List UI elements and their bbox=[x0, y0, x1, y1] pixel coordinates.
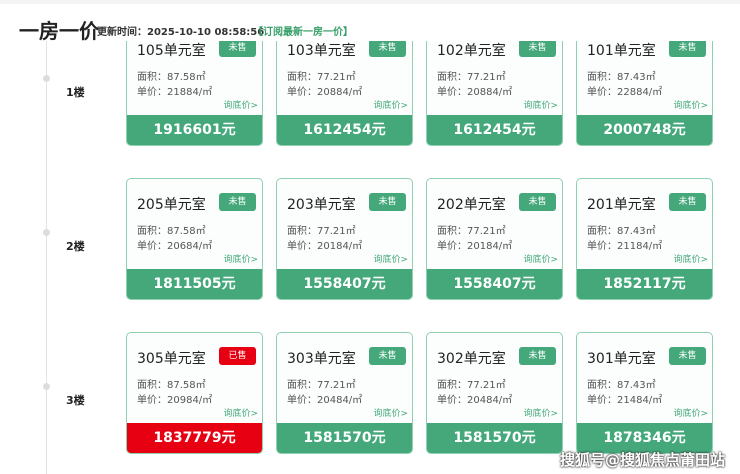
ask-price-link[interactable]: 询底价> bbox=[523, 252, 558, 265]
unit-card[interactable]: 202单元室 未售 面积：77.21㎡ 单价：20184/㎡ 询底价> 1558… bbox=[426, 178, 563, 300]
room-number: 202单元室 bbox=[437, 197, 506, 213]
ask-price-link[interactable]: 询底价> bbox=[223, 252, 258, 265]
unit-card[interactable]: 105单元室 未售 面积：87.58㎡ 单价：21884/㎡ 询底价> 1916… bbox=[126, 24, 263, 146]
timeline-dot bbox=[43, 383, 50, 390]
unit-card[interactable]: 103单元室 未售 面积：77.21㎡ 单价：20884/㎡ 询底价> 1612… bbox=[276, 24, 413, 146]
total-price: 1612454元 bbox=[277, 115, 412, 145]
room-number: 105单元室 bbox=[137, 43, 206, 59]
area-text: 面积：87.43㎡ bbox=[587, 226, 656, 237]
total-price: 1558407元 bbox=[277, 269, 412, 299]
ask-price-link[interactable]: 询底价> bbox=[373, 98, 408, 111]
status-badge: 未售 bbox=[519, 39, 556, 57]
timeline-dot bbox=[43, 75, 50, 82]
area-text: 面积：77.21㎡ bbox=[287, 72, 356, 83]
unit-price-text: 单价：21884/㎡ bbox=[137, 87, 213, 98]
area-text: 面积：77.21㎡ bbox=[437, 72, 506, 83]
room-number: 301单元室 bbox=[587, 351, 656, 367]
status-badge: 未售 bbox=[519, 347, 556, 365]
ask-price-link[interactable]: 询底价> bbox=[223, 406, 258, 419]
total-price: 1581570元 bbox=[427, 423, 562, 453]
unit-card[interactable]: 303单元室 未售 面积：77.21㎡ 单价：20484/㎡ 询底价> 1581… bbox=[276, 332, 413, 454]
area-text: 面积：87.58㎡ bbox=[137, 226, 206, 237]
unit-price-text: 单价：21484/㎡ bbox=[587, 395, 663, 406]
total-price: 1581570元 bbox=[277, 423, 412, 453]
total-price: 1811505元 bbox=[127, 269, 262, 299]
unit-card[interactable]: 201单元室 未售 面积：87.43㎡ 单价：21184/㎡ 询底价> 1852… bbox=[576, 178, 713, 300]
floor-label: 1楼 bbox=[66, 86, 85, 99]
unit-price-text: 单价：20184/㎡ bbox=[287, 241, 363, 252]
total-price: 1558407元 bbox=[427, 269, 562, 299]
status-badge: 未售 bbox=[519, 193, 556, 211]
timeline-line bbox=[46, 41, 47, 474]
area-text: 面积：77.21㎡ bbox=[287, 380, 356, 391]
page-header: 一房一价 更新时间：2025-10-10 08:58:56 【订阅最新一房一价】 bbox=[0, 0, 740, 43]
unit-price-text: 单价：20684/㎡ bbox=[137, 241, 213, 252]
subscribe-link[interactable]: 【订阅最新一房一价】 bbox=[253, 23, 353, 38]
unit-price-text: 单价：20184/㎡ bbox=[437, 241, 513, 252]
page-title: 一房一价 bbox=[19, 19, 99, 43]
status-badge: 未售 bbox=[369, 347, 406, 365]
total-price: 2000748元 bbox=[577, 115, 712, 145]
ask-price-link[interactable]: 询底价> bbox=[373, 252, 408, 265]
watermark: 搜狐号@搜狐焦点莆田站 bbox=[560, 451, 726, 469]
area-text: 面积：77.21㎡ bbox=[287, 226, 356, 237]
unit-price-text: 单价：20884/㎡ bbox=[287, 87, 363, 98]
unit-card[interactable]: 102单元室 未售 面积：77.21㎡ 单价：20884/㎡ 询底价> 1612… bbox=[426, 24, 563, 146]
unit-price-text: 单价：21184/㎡ bbox=[587, 241, 663, 252]
area-text: 面积：77.21㎡ bbox=[437, 226, 506, 237]
ask-price-link[interactable]: 询底价> bbox=[673, 406, 708, 419]
area-text: 面积：77.21㎡ bbox=[437, 380, 506, 391]
area-text: 面积：87.43㎡ bbox=[587, 72, 656, 83]
unit-card[interactable]: 203单元室 未售 面积：77.21㎡ 单价：20184/㎡ 询底价> 1558… bbox=[276, 178, 413, 300]
status-badge: 未售 bbox=[669, 193, 706, 211]
room-number: 201单元室 bbox=[587, 197, 656, 213]
status-badge: 未售 bbox=[369, 193, 406, 211]
room-number: 303单元室 bbox=[287, 351, 356, 367]
unit-card[interactable]: 205单元室 未售 面积：87.58㎡ 单价：20684/㎡ 询底价> 1811… bbox=[126, 178, 263, 300]
status-badge: 未售 bbox=[219, 39, 256, 57]
status-badge: 未售 bbox=[219, 193, 256, 211]
room-number: 103单元室 bbox=[287, 43, 356, 59]
update-time: 更新时间：2025-10-10 08:58:56 bbox=[97, 27, 265, 38]
ask-price-link[interactable]: 询底价> bbox=[373, 406, 408, 419]
room-number: 102单元室 bbox=[437, 43, 506, 59]
room-number: 101单元室 bbox=[587, 43, 656, 59]
ask-price-link[interactable]: 询底价> bbox=[673, 98, 708, 111]
floor-label: 2楼 bbox=[66, 240, 85, 253]
floor-label: 3楼 bbox=[66, 394, 85, 407]
unit-price-text: 单价：22884/㎡ bbox=[587, 87, 663, 98]
room-number: 203单元室 bbox=[287, 197, 356, 213]
ask-price-link[interactable]: 询底价> bbox=[223, 98, 258, 111]
status-badge: 未售 bbox=[669, 39, 706, 57]
unit-price-text: 单价：20884/㎡ bbox=[437, 87, 513, 98]
unit-card[interactable]: 302单元室 未售 面积：77.21㎡ 单价：20484/㎡ 询底价> 1581… bbox=[426, 332, 563, 454]
room-number: 305单元室 bbox=[137, 351, 206, 367]
unit-price-text: 单价：20484/㎡ bbox=[287, 395, 363, 406]
unit-price-text: 单价：20484/㎡ bbox=[437, 395, 513, 406]
area-text: 面积：87.58㎡ bbox=[137, 72, 206, 83]
unit-card[interactable]: 101单元室 未售 面积：87.43㎡ 单价：22884/㎡ 询底价> 2000… bbox=[576, 24, 713, 146]
timeline-dot bbox=[43, 229, 50, 236]
room-number: 302单元室 bbox=[437, 351, 506, 367]
status-badge: 未售 bbox=[369, 39, 406, 57]
ask-price-link[interactable]: 询底价> bbox=[523, 98, 558, 111]
status-badge: 已售 bbox=[219, 347, 256, 365]
total-price: 1852117元 bbox=[577, 269, 712, 299]
status-badge: 未售 bbox=[669, 347, 706, 365]
total-price: 1837779元 bbox=[127, 423, 262, 453]
ask-price-link[interactable]: 询底价> bbox=[523, 406, 558, 419]
room-number: 205单元室 bbox=[137, 197, 206, 213]
total-price: 1612454元 bbox=[427, 115, 562, 145]
unit-price-text: 单价：20984/㎡ bbox=[137, 395, 213, 406]
unit-card[interactable]: 305单元室 已售 面积：87.58㎡ 单价：20984/㎡ 询底价> 1837… bbox=[126, 332, 263, 454]
unit-card[interactable]: 301单元室 未售 面积：87.43㎡ 单价：21484/㎡ 询底价> 1878… bbox=[576, 332, 713, 454]
area-text: 面积：87.58㎡ bbox=[137, 380, 206, 391]
total-price: 1916601元 bbox=[127, 115, 262, 145]
area-text: 面积：87.43㎡ bbox=[587, 380, 656, 391]
ask-price-link[interactable]: 询底价> bbox=[673, 252, 708, 265]
